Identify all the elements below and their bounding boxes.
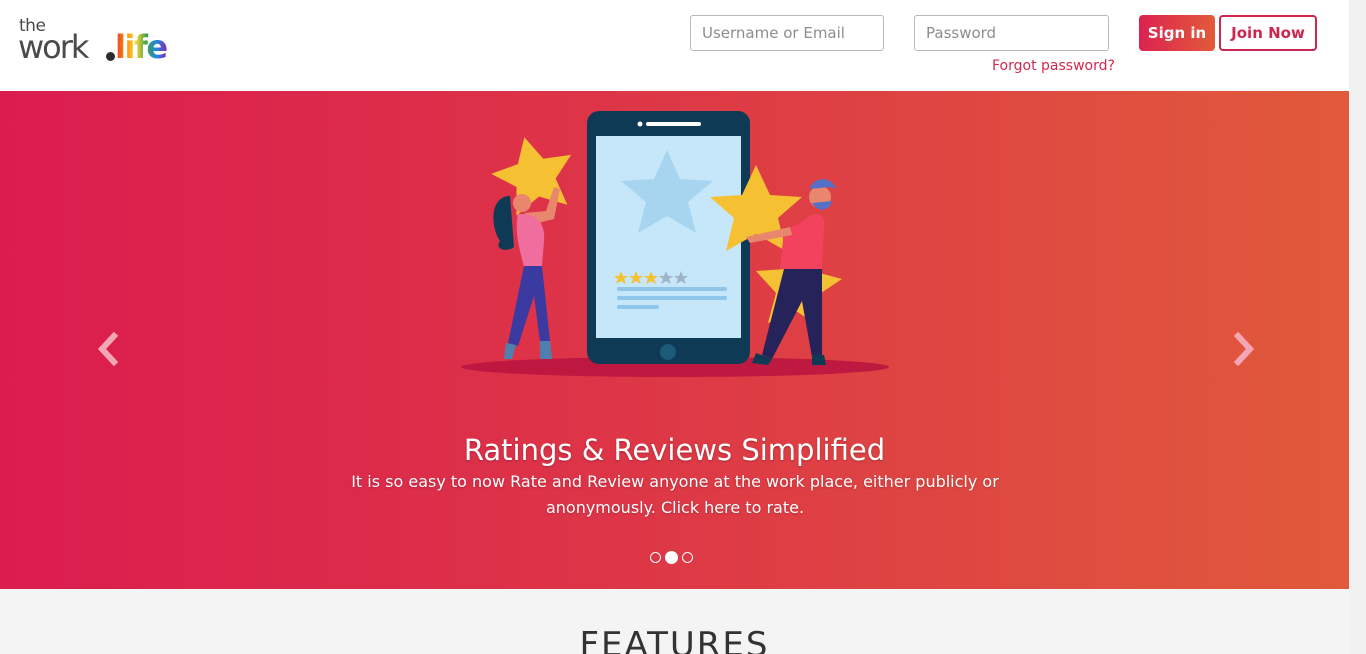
logo[interactable]: the work life [18, 16, 178, 66]
carousel-indicator-1[interactable] [650, 552, 661, 563]
logo-work-text: work [18, 28, 89, 66]
hero-title: Ratings & Reviews Simplified [463, 433, 886, 467]
logo-dot [106, 52, 115, 61]
hero-description[interactable]: It is so easy to now Rate and Review any… [330, 469, 1020, 521]
carousel-prev-button[interactable] [92, 329, 122, 369]
carousel-indicator-2[interactable] [665, 551, 678, 564]
chevron-right-icon [1233, 332, 1255, 366]
hero-carousel: Ratings & Reviews Simplified It is so ea… [0, 91, 1349, 589]
password-input[interactable] [914, 15, 1109, 51]
logo-life-text: life [115, 28, 168, 66]
carousel-indicator-3[interactable] [682, 552, 693, 563]
sign-in-button[interactable]: Sign in [1139, 15, 1215, 51]
join-now-button[interactable]: Join Now [1219, 15, 1317, 51]
carousel-next-button[interactable] [1230, 329, 1260, 369]
ratings-illustration [461, 111, 889, 377]
site-header: the work life Forgot password? Sign in J… [0, 0, 1366, 91]
chevron-left-icon [97, 332, 119, 366]
features-section: FEATURES [0, 589, 1349, 654]
woman-figure [493, 187, 560, 359]
username-input[interactable] [690, 15, 884, 51]
features-title: FEATURES [579, 625, 770, 654]
carousel-indicators [650, 551, 693, 564]
forgot-password-link[interactable]: Forgot password? [992, 58, 1115, 74]
page-scrollbar[interactable] [1349, 0, 1366, 654]
